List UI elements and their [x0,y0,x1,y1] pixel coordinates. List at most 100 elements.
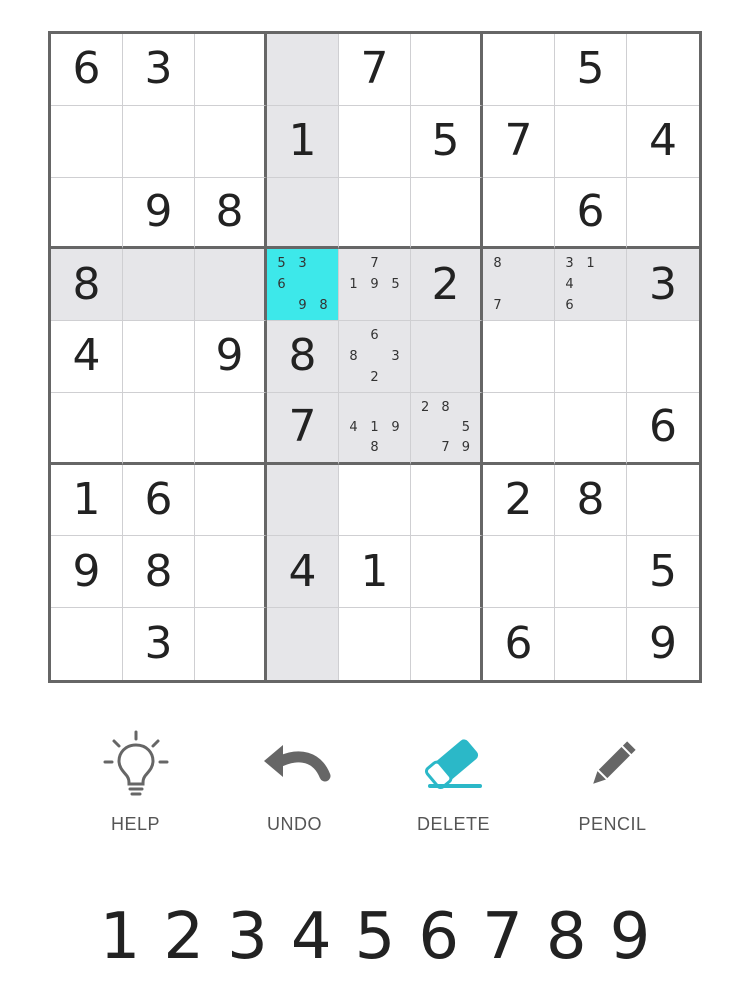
sudoku-cell[interactable] [267,34,339,106]
sudoku-cell[interactable]: 8 [195,177,267,250]
sudoku-cell[interactable] [411,321,483,393]
sudoku-cell[interactable]: 9 [51,536,123,609]
delete-button[interactable]: DELETE [374,728,533,848]
sudoku-cell[interactable]: 1 [267,105,339,178]
sudoku-cell[interactable] [411,608,483,680]
sudoku-cell[interactable] [195,392,267,465]
sudoku-cell[interactable] [339,177,411,250]
pencil-button[interactable]: PENCIL [533,728,692,848]
sudoku-cell[interactable]: 4 [267,536,339,609]
sudoku-cell[interactable]: 1 [339,536,411,609]
sudoku-cell[interactable] [195,536,267,609]
number-key[interactable]: 9 [602,892,658,982]
sudoku-cell[interactable]: 5 [555,34,627,106]
number-key[interactable]: 8 [538,892,594,982]
sudoku-cell[interactable] [51,105,123,178]
sudoku-cell[interactable] [339,608,411,680]
cell-value: 6 [72,43,101,95]
number-key[interactable]: 6 [411,892,467,982]
sudoku-cell[interactable]: 6 [483,608,555,680]
sudoku-cell[interactable]: 7 [267,392,339,465]
number-key[interactable]: 7 [475,892,531,982]
sudoku-cell[interactable] [195,464,267,537]
sudoku-cell[interactable] [51,608,123,680]
sudoku-cell[interactable]: 6 [627,393,699,465]
sudoku-cell[interactable] [267,608,339,680]
sudoku-cell[interactable]: 8 [123,536,195,609]
sudoku-cell[interactable]: 2 [483,464,555,537]
sudoku-cell[interactable] [555,105,627,178]
sudoku-cell[interactable]: 87 [483,249,555,322]
sudoku-cell[interactable] [483,177,555,250]
sudoku-cell[interactable]: 5 [627,536,699,609]
sudoku-cell[interactable] [411,177,483,250]
sudoku-cell[interactable]: 9 [123,177,195,250]
sudoku-cell[interactable] [123,321,195,393]
number-key[interactable]: 3 [220,892,276,982]
sudoku-cell[interactable] [339,105,411,178]
sudoku-cell[interactable] [483,536,555,609]
sudoku-cell[interactable] [123,249,195,322]
sudoku-cell[interactable] [555,608,627,680]
sudoku-cell[interactable]: 314 6 [555,249,627,322]
note-digit: 5 [391,277,400,293]
sudoku-cell[interactable] [123,392,195,465]
sudoku-cell[interactable]: 1 [51,464,123,537]
sudoku-cell[interactable]: 5 [411,105,483,178]
sudoku-cell[interactable] [627,34,699,106]
sudoku-cell[interactable]: 8 [555,464,627,537]
sudoku-cell[interactable]: 53698 [267,249,339,322]
sudoku-cell[interactable]: 6 [123,464,195,537]
sudoku-cell[interactable]: 6 [555,177,627,250]
sudoku-cell[interactable] [267,464,339,537]
sudoku-cell[interactable] [51,177,123,250]
sudoku-cell[interactable]: 2 [411,249,483,322]
sudoku-cell[interactable]: 8 [51,249,123,322]
sudoku-cell[interactable]: 8 [267,321,339,393]
sudoku-cell[interactable]: 28579 [411,392,483,465]
sudoku-cell[interactable] [483,392,555,465]
sudoku-cell[interactable] [195,34,267,106]
sudoku-cell[interactable]: 3 [123,34,195,106]
sudoku-cell[interactable] [627,321,699,393]
sudoku-cell[interactable]: 9 [627,608,699,680]
sudoku-cell[interactable]: 3 [123,608,195,680]
cell-value: 8 [576,474,605,526]
sudoku-cell[interactable] [411,536,483,609]
sudoku-cell[interactable]: 68 32 [339,321,411,393]
sudoku-cell[interactable] [627,178,699,250]
note-digit: 9 [461,440,470,456]
sudoku-cell[interactable]: 7 [339,34,411,106]
number-key[interactable]: 5 [347,892,403,982]
sudoku-cell[interactable] [411,464,483,537]
sudoku-cell[interactable] [411,34,483,106]
sudoku-cell[interactable]: 6 [51,34,123,106]
sudoku-cell[interactable] [195,105,267,178]
number-key[interactable]: 2 [156,892,212,982]
sudoku-cell[interactable] [555,321,627,393]
help-button[interactable]: HELP [56,728,215,848]
undo-button[interactable]: UNDO [215,728,374,848]
sudoku-cell[interactable] [267,177,339,250]
sudoku-cell[interactable] [339,464,411,537]
sudoku-cell[interactable] [123,105,195,178]
sudoku-cell[interactable]: 7195 [339,249,411,322]
sudoku-cell[interactable] [195,608,267,680]
number-key[interactable]: 1 [92,892,148,982]
sudoku-cell[interactable] [51,392,123,465]
sudoku-cell[interactable] [483,321,555,393]
sudoku-cell[interactable] [555,392,627,465]
sudoku-cell[interactable]: 3 [627,249,699,322]
sudoku-cell[interactable]: 9 [195,321,267,393]
sudoku-cell[interactable]: 4198 [339,392,411,465]
cell-value: 2 [504,474,533,526]
sudoku-cell[interactable] [483,34,555,106]
sudoku-cell[interactable]: 7 [483,105,555,178]
sudoku-cell[interactable] [627,465,699,537]
number-key[interactable]: 4 [283,892,339,982]
note-digit: 8 [349,348,358,364]
sudoku-cell[interactable]: 4 [51,321,123,393]
sudoku-cell[interactable]: 4 [627,106,699,178]
sudoku-cell[interactable] [555,536,627,609]
sudoku-cell[interactable] [195,249,267,322]
